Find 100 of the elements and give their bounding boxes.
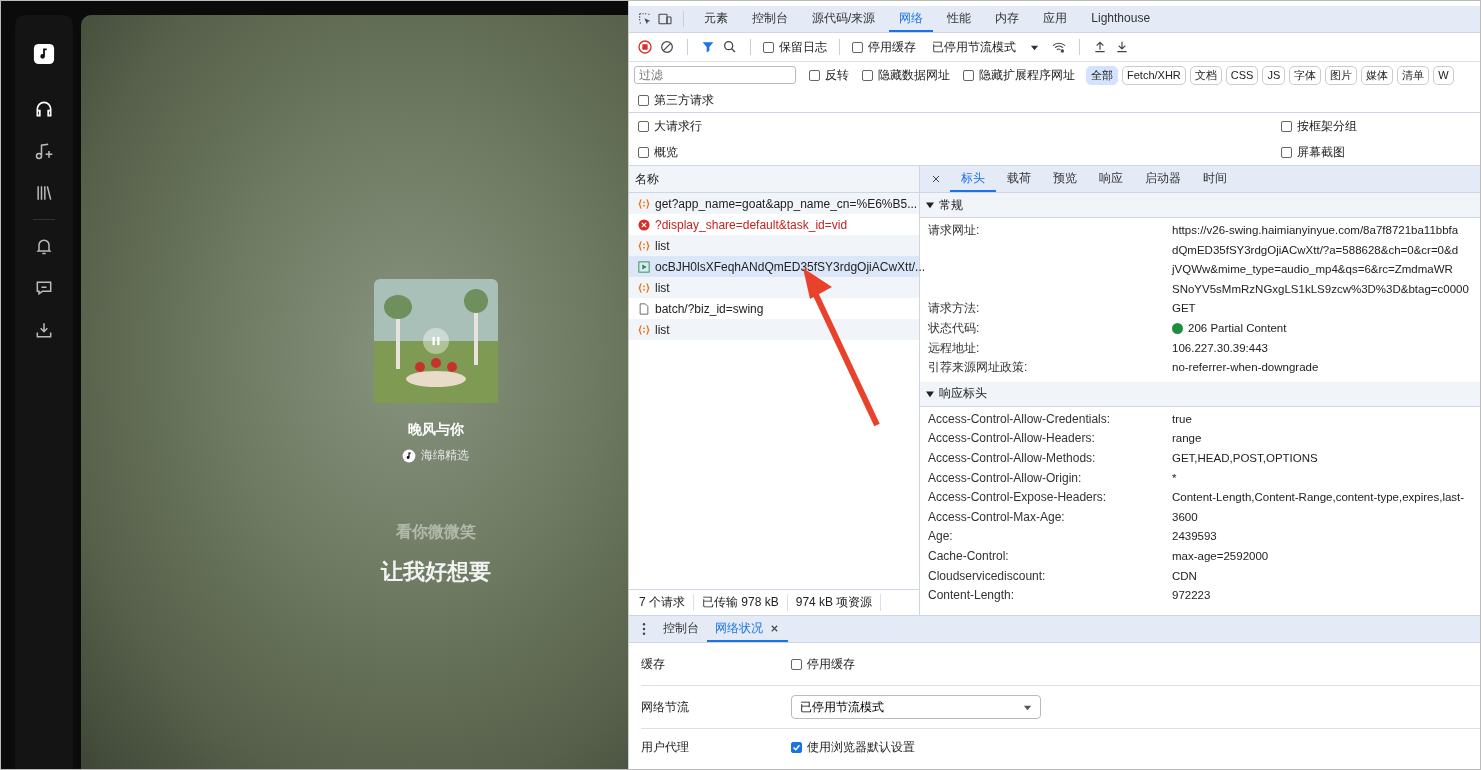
pause-button[interactable] bbox=[422, 328, 449, 354]
document-icon bbox=[638, 302, 650, 315]
checkbox[interactable] bbox=[1281, 120, 1292, 132]
panel-tab[interactable]: 性能 bbox=[937, 6, 982, 32]
triangle-icon bbox=[926, 389, 934, 398]
header-value: 206 Partial Content bbox=[1188, 320, 1287, 336]
summary-text: 974 kB 项资源 bbox=[787, 594, 882, 611]
request-name: list bbox=[655, 238, 670, 253]
record-button[interactable] bbox=[637, 39, 653, 55]
checkbox[interactable] bbox=[862, 69, 873, 81]
type-filter-chip[interactable]: 全部 bbox=[1086, 65, 1118, 85]
type-filter-chip[interactable]: W bbox=[1433, 65, 1454, 85]
checkbox-label: 隐藏数据网址 bbox=[878, 66, 950, 84]
detail-tab[interactable]: 载荷 bbox=[996, 166, 1042, 192]
throttling-select[interactable]: 已停用节流模式 bbox=[791, 695, 1041, 719]
detail-tab[interactable]: 启动器 bbox=[1134, 166, 1192, 192]
header-name: Access-Control-Expose-Headers: bbox=[928, 489, 1108, 507]
panel-tab[interactable]: 应用 bbox=[1033, 6, 1078, 32]
type-filter-chip[interactable]: 图片 bbox=[1325, 65, 1358, 85]
request-row[interactable]: list bbox=[629, 235, 919, 256]
drawer-tab[interactable]: 网络状况 bbox=[707, 616, 788, 642]
drawer-tab[interactable]: 控制台 bbox=[655, 616, 707, 642]
lyric-line: 让我好想要 bbox=[380, 558, 491, 586]
header-value: jVQWw&mime_type=audio_mp4&qs=6&rc=ZmdmaWR bbox=[1172, 262, 1453, 278]
download-icon[interactable] bbox=[1114, 39, 1130, 55]
panel-tab[interactable]: 源代码/来源 bbox=[802, 6, 886, 32]
checkbox[interactable] bbox=[638, 146, 649, 158]
headphones-icon[interactable] bbox=[34, 99, 54, 119]
braces-icon bbox=[638, 239, 650, 252]
header-name: Cloudservicediscount: bbox=[928, 567, 1047, 585]
header-value: * bbox=[1172, 470, 1177, 486]
library-icon[interactable] bbox=[34, 183, 54, 203]
request-row[interactable]: list bbox=[629, 277, 919, 298]
checkbox[interactable] bbox=[1281, 146, 1292, 158]
request-row[interactable]: ?display_share=default&task_id=vid bbox=[629, 214, 919, 235]
column-header[interactable]: 名称 bbox=[629, 166, 919, 193]
checkbox-label: 概览 bbox=[654, 143, 678, 161]
checkbox-label: 停用缓存 bbox=[868, 38, 916, 56]
summary-text: 7 个请求 bbox=[631, 594, 694, 611]
panel-tab[interactable]: Lighthouse bbox=[1081, 6, 1161, 32]
search-icon[interactable] bbox=[722, 39, 738, 55]
music-note-plus-icon[interactable] bbox=[34, 141, 54, 161]
header-name: 请求方法: bbox=[928, 300, 981, 318]
request-name: ocBJH0lsXFeqhANdQmED35fSY3rdgOjiACwXtt/... bbox=[655, 259, 926, 274]
checkbox-label: 屏幕截图 bbox=[1297, 143, 1345, 161]
checkbox-label: 保留日志 bbox=[779, 38, 827, 56]
message-icon[interactable] bbox=[34, 278, 54, 298]
header-value: SNoYV5sMmRzNGxgLS1kLS9zcw%3D%3D&btag=c0000 bbox=[1172, 281, 1469, 297]
panel-tab[interactable]: 网络 bbox=[889, 6, 934, 32]
inspect-element-icon[interactable] bbox=[637, 11, 653, 27]
header-value: CDN bbox=[1172, 568, 1197, 584]
app-logo-icon[interactable] bbox=[33, 43, 55, 65]
detail-tab[interactable]: 响应 bbox=[1088, 166, 1134, 192]
request-name: get?app_name=goat&app_name_cn=%E6%B5... bbox=[655, 196, 918, 211]
panel-tab[interactable]: 元素 bbox=[694, 6, 738, 32]
filter-input[interactable]: 过滤 bbox=[634, 66, 796, 84]
detail-tab[interactable]: 时间 bbox=[1192, 166, 1238, 192]
close-icon[interactable] bbox=[930, 173, 942, 185]
checkbox[interactable] bbox=[638, 94, 649, 106]
upload-icon[interactable] bbox=[1092, 39, 1108, 55]
throttling-dropdown[interactable]: 已停用节流模式 bbox=[926, 37, 1045, 57]
type-filter-chip[interactable]: 文档 bbox=[1189, 65, 1222, 85]
checkbox[interactable] bbox=[852, 41, 863, 53]
detail-tab[interactable]: 预览 bbox=[1042, 166, 1088, 192]
checkbox-label: 隐藏扩展程序网址 bbox=[979, 66, 1075, 84]
more-options-icon[interactable] bbox=[641, 622, 647, 636]
download-icon[interactable] bbox=[34, 320, 54, 340]
header-value: 106.227.30.39:443 bbox=[1172, 340, 1268, 356]
header-value: https://v26-swing.haimianyinyue.com/8a7f8721ba11bbfa bbox=[1172, 223, 1459, 238]
type-filter-chip[interactable]: 清单 bbox=[1397, 65, 1430, 85]
section-header[interactable]: 响应标头 bbox=[920, 381, 1480, 407]
panel-tab[interactable]: 内存 bbox=[985, 6, 1030, 32]
panel-tab[interactable]: 控制台 bbox=[742, 6, 798, 32]
checkbox-label: 使用浏览器默认设置 bbox=[807, 738, 915, 756]
type-filter-chip[interactable]: JS bbox=[1262, 65, 1286, 85]
request-name: ?display_share=default&task_id=vid bbox=[655, 217, 848, 232]
clear-icon[interactable] bbox=[659, 39, 675, 55]
header-value: true bbox=[1172, 411, 1192, 427]
section-header[interactable]: 常规 bbox=[920, 193, 1480, 218]
header-name: Content-Length: bbox=[928, 587, 1016, 605]
request-row[interactable]: list bbox=[629, 319, 919, 340]
checkbox-label: 按框架分组 bbox=[1297, 117, 1357, 135]
checkbox[interactable] bbox=[638, 120, 649, 132]
request-row[interactable]: get?app_name=goat&app_name_cn=%E6%B5... bbox=[629, 193, 919, 214]
type-filter-chip[interactable]: Fetch/XHR bbox=[1122, 65, 1186, 85]
checkbox[interactable] bbox=[809, 69, 820, 81]
checkbox-label: 停用缓存 bbox=[807, 655, 855, 673]
song-title: 晚风与你 bbox=[407, 421, 464, 439]
checkbox[interactable] bbox=[791, 658, 802, 670]
device-toolbar-icon[interactable] bbox=[657, 11, 673, 27]
header-name: Cache-Control: bbox=[928, 547, 1010, 565]
request-row[interactable]: batch/?biz_id=swing bbox=[629, 298, 919, 319]
checkbox[interactable] bbox=[963, 69, 974, 81]
type-filter-chip[interactable]: CSS bbox=[1225, 65, 1259, 85]
checkbox[interactable] bbox=[763, 41, 774, 53]
checkbox[interactable] bbox=[791, 741, 802, 753]
setting-label: 用户代理 bbox=[641, 738, 690, 756]
type-filter-chip[interactable]: 媒体 bbox=[1361, 65, 1394, 85]
type-filter-chip[interactable]: 字体 bbox=[1289, 65, 1322, 85]
filter-icon[interactable] bbox=[700, 39, 716, 55]
